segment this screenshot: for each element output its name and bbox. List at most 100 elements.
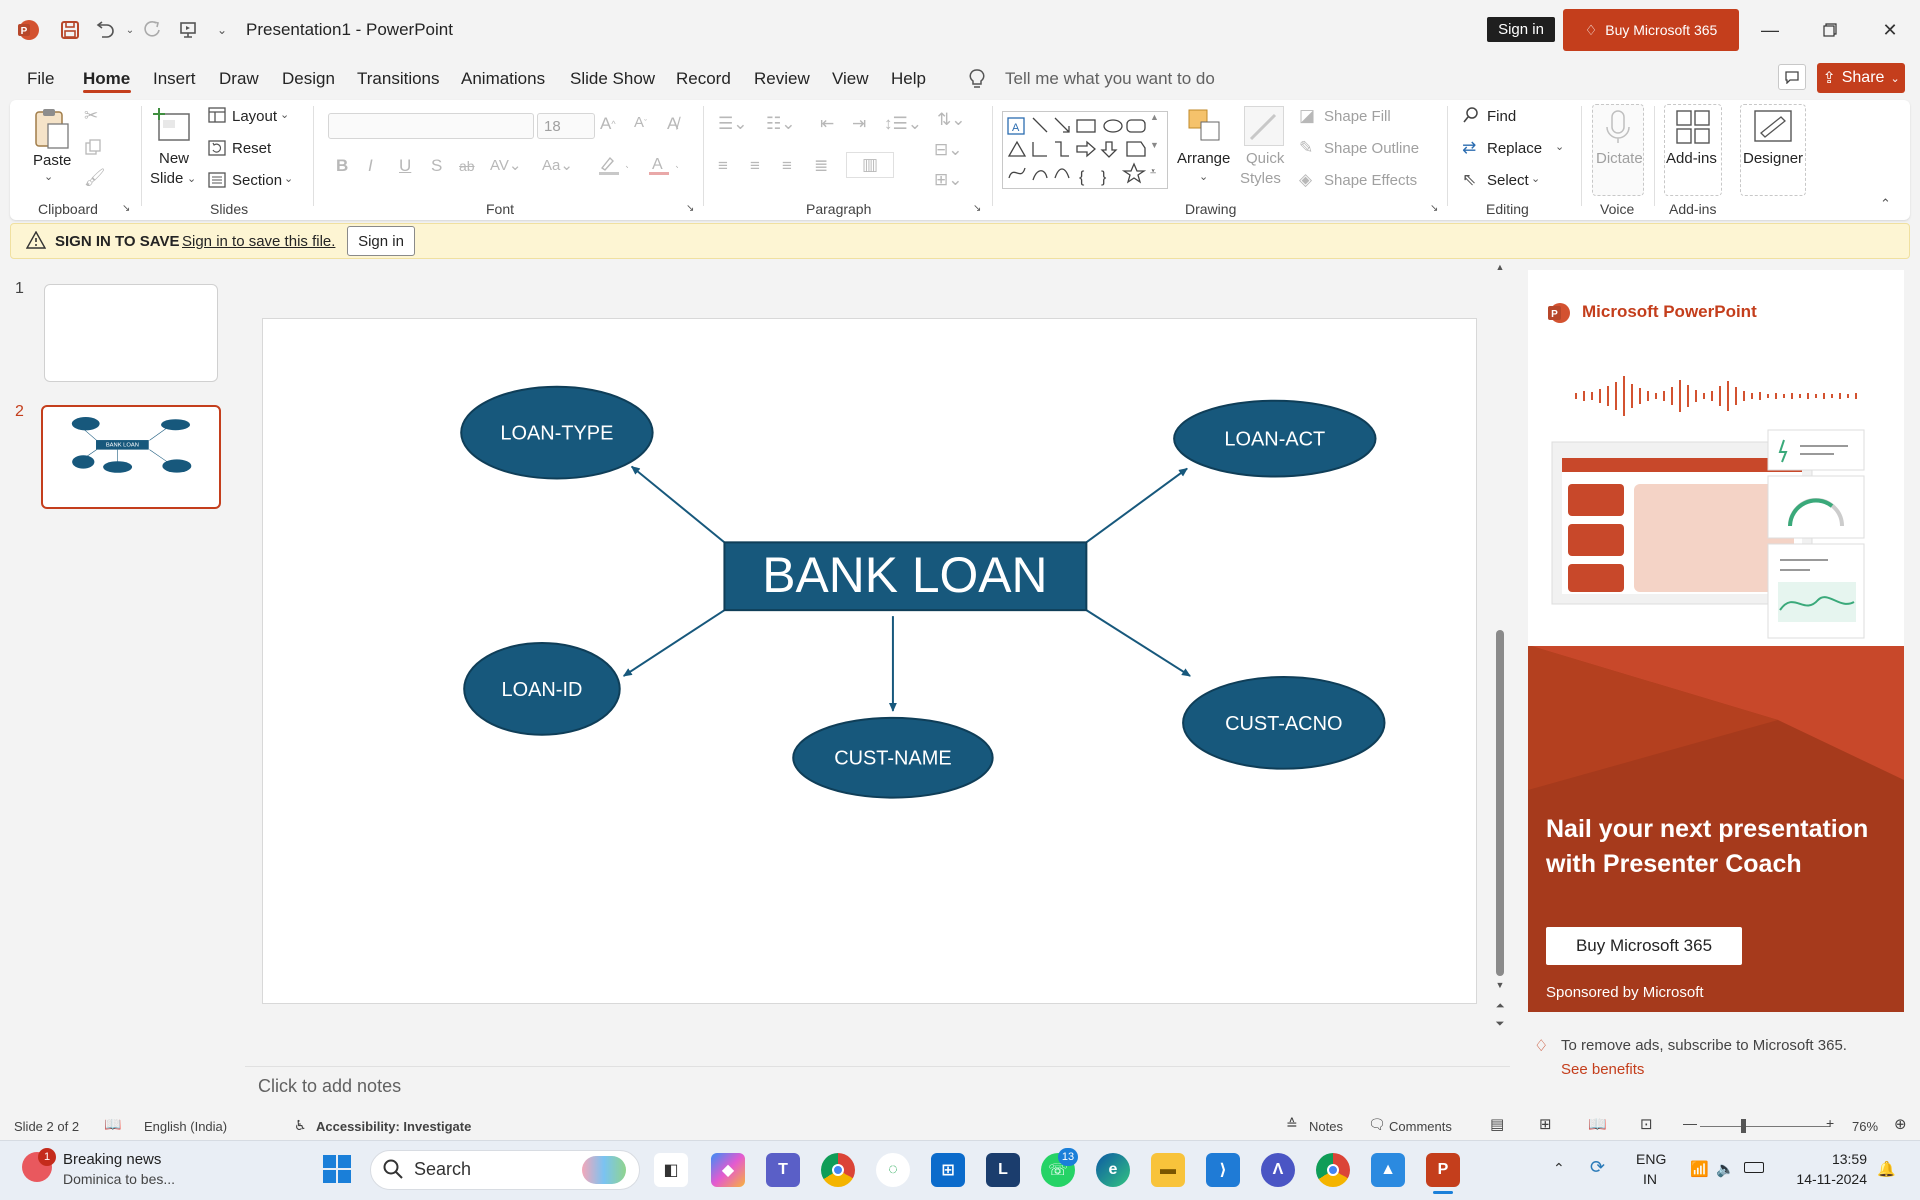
minimize-icon[interactable]: — xyxy=(1750,18,1790,42)
slide-sorter-icon[interactable]: ⊞ xyxy=(1539,1115,1552,1133)
notes-icon[interactable]: ≙ xyxy=(1286,1116,1298,1133)
windows-start-icon[interactable] xyxy=(322,1154,352,1184)
slide-thumbnail-2[interactable]: BANK LOAN xyxy=(41,405,221,509)
language-indicator-line1[interactable]: ENG xyxy=(1636,1151,1666,1167)
replace-dropdown-icon[interactable]: ⌄ xyxy=(1555,140,1564,153)
comments-status-button[interactable]: Comments xyxy=(1389,1119,1452,1134)
next-slide-icon[interactable]: ⏷ xyxy=(1494,1018,1506,1031)
powerpoint-taskbar-icon[interactable]: P xyxy=(1426,1153,1460,1187)
layout-icon[interactable] xyxy=(208,107,226,123)
chrome-2-icon[interactable] xyxy=(1316,1153,1350,1187)
notes-button[interactable]: Notes xyxy=(1309,1119,1343,1134)
tab-view[interactable]: View xyxy=(832,69,869,89)
layout-dropdown-icon[interactable]: ⌄ xyxy=(280,108,289,121)
restore-icon[interactable] xyxy=(1810,18,1850,42)
drawing-launcher-icon[interactable]: ↘ xyxy=(1430,203,1438,214)
scrollbar-thumb[interactable] xyxy=(1496,630,1504,976)
new-slide-icon[interactable] xyxy=(153,106,195,146)
font-launcher-icon[interactable]: ↘ xyxy=(686,203,694,214)
battery-icon[interactable] xyxy=(1744,1162,1764,1173)
message-sign-in-button[interactable]: Sign in xyxy=(347,226,415,256)
new-slide-label-2[interactable]: Slide xyxy=(150,170,183,187)
tab-slide-show[interactable]: Slide Show xyxy=(570,69,655,89)
tab-design[interactable]: Design xyxy=(282,69,335,89)
arc-icon[interactable]: Λ xyxy=(1261,1153,1295,1187)
share-button[interactable]: ⇪ Share ⌄ xyxy=(1817,63,1905,93)
normal-view-icon[interactable]: ▤ xyxy=(1490,1115,1504,1133)
slide-canvas[interactable]: BANK LOAN LOAN-TYPE LOAN-ACT LOAN-ID CUS… xyxy=(262,318,1477,1004)
reset-icon[interactable] xyxy=(208,140,226,156)
tab-animations[interactable]: Animations xyxy=(461,69,545,89)
notification-bell-icon[interactable]: 🔔 xyxy=(1877,1160,1896,1178)
section-button[interactable]: Section xyxy=(232,172,282,189)
arrange-icon[interactable] xyxy=(1185,106,1225,146)
tab-file[interactable]: File xyxy=(27,69,54,89)
sync-icon[interactable]: ⟳ xyxy=(1590,1157,1605,1178)
slideshow-view-icon[interactable]: ⊡ xyxy=(1640,1115,1653,1133)
taskbar-search-label[interactable]: Search xyxy=(414,1159,471,1180)
app-refresh-icon[interactable]: ◌ xyxy=(876,1153,910,1187)
accessibility-icon[interactable]: ♿ xyxy=(294,1117,307,1134)
gallery-scroll-down-icon[interactable]: ▼ xyxy=(1150,140,1159,150)
comments-button[interactable] xyxy=(1778,64,1806,90)
tab-home[interactable]: Home xyxy=(83,69,130,89)
add-ins-label[interactable]: Add-ins xyxy=(1666,150,1717,167)
select-dropdown-icon[interactable]: ⌄ xyxy=(1531,172,1540,185)
node-loan-act[interactable]: LOAN-ACT xyxy=(1173,399,1377,478)
zoom-slider-thumb[interactable] xyxy=(1741,1119,1746,1133)
node-cust-acno[interactable]: CUST-ACNO xyxy=(1182,675,1386,770)
sign-in-button[interactable]: Sign in xyxy=(1487,17,1555,42)
section-icon[interactable] xyxy=(208,172,226,188)
accessibility-status[interactable]: Accessibility: Investigate xyxy=(316,1119,471,1134)
zoom-slider[interactable] xyxy=(1700,1126,1830,1127)
l-app-icon[interactable]: L xyxy=(986,1153,1020,1187)
gallery-more-icon[interactable]: ⩡ xyxy=(1150,166,1156,179)
zoom-out-icon[interactable]: — xyxy=(1683,1115,1697,1131)
previous-slide-icon[interactable]: ⏶ xyxy=(1494,1000,1506,1013)
copilot-icon[interactable]: ◆ xyxy=(711,1153,745,1187)
customize-qat-icon[interactable]: ⌄ xyxy=(208,16,236,44)
arrange-dropdown-icon[interactable]: ⌄ xyxy=(1199,170,1208,183)
clock-time[interactable]: 13:59 xyxy=(1809,1151,1867,1167)
tab-review[interactable]: Review xyxy=(754,69,810,89)
paste-icon[interactable] xyxy=(32,106,72,152)
shapes-gallery[interactable]: A {} xyxy=(1002,111,1168,189)
designer-label[interactable]: Designer xyxy=(1743,150,1803,167)
tab-draw[interactable]: Draw xyxy=(219,69,259,89)
present-icon[interactable] xyxy=(174,16,202,44)
comments-status-icon[interactable]: 🗨 xyxy=(1368,1116,1386,1133)
select-button[interactable]: Select xyxy=(1487,172,1529,189)
ad-buy-button[interactable]: Buy Microsoft 365 xyxy=(1546,927,1742,965)
tell-me-search[interactable]: Tell me what you want to do xyxy=(1005,69,1215,89)
replace-button[interactable]: Replace xyxy=(1487,140,1542,157)
language-indicator-line2[interactable]: IN xyxy=(1643,1171,1657,1187)
find-button[interactable]: Find xyxy=(1487,108,1516,125)
fit-to-window-icon[interactable]: ⊕ xyxy=(1894,1115,1907,1133)
layout-button[interactable]: Layout xyxy=(232,108,277,125)
node-loan-type[interactable]: LOAN-TYPE xyxy=(460,385,654,480)
reading-view-icon[interactable]: 📖 xyxy=(1588,1115,1607,1133)
news-title[interactable]: Breaking news xyxy=(63,1151,161,1168)
news-subtitle[interactable]: Dominica to bes... xyxy=(63,1171,175,1187)
store-icon[interactable]: ⊞ xyxy=(931,1153,965,1187)
wifi-icon[interactable]: 📶 xyxy=(1690,1160,1709,1178)
scroll-down-icon[interactable]: ▼ xyxy=(1494,980,1506,990)
gallery-scroll-up-icon[interactable]: ▲ xyxy=(1150,112,1159,122)
zoom-level[interactable]: 76% xyxy=(1852,1119,1878,1134)
ad-panel[interactable] xyxy=(1528,270,1904,1012)
node-loan-id[interactable]: LOAN-ID xyxy=(463,642,621,736)
see-benefits-link[interactable]: See benefits xyxy=(1561,1061,1644,1078)
tab-transitions[interactable]: Transitions xyxy=(357,69,440,89)
zoom-in-icon[interactable]: + xyxy=(1826,1115,1834,1131)
paste-label[interactable]: Paste xyxy=(33,152,71,169)
show-hidden-icons-icon[interactable]: ⌃ xyxy=(1553,1160,1565,1177)
close-icon[interactable]: ✕ xyxy=(1870,18,1910,42)
clock-date[interactable]: 14-11-2024 xyxy=(1787,1171,1867,1187)
notes-placeholder[interactable]: Click to add notes xyxy=(258,1076,401,1097)
paste-dropdown-icon[interactable]: ⌄ xyxy=(44,170,53,183)
search-highlight-icon[interactable] xyxy=(582,1156,626,1184)
tab-record[interactable]: Record xyxy=(676,69,731,89)
arrange-label[interactable]: Arrange xyxy=(1177,150,1230,167)
tab-help[interactable]: Help xyxy=(891,69,926,89)
buy-microsoft-365-button[interactable]: ♢ Buy Microsoft 365 xyxy=(1563,9,1739,51)
